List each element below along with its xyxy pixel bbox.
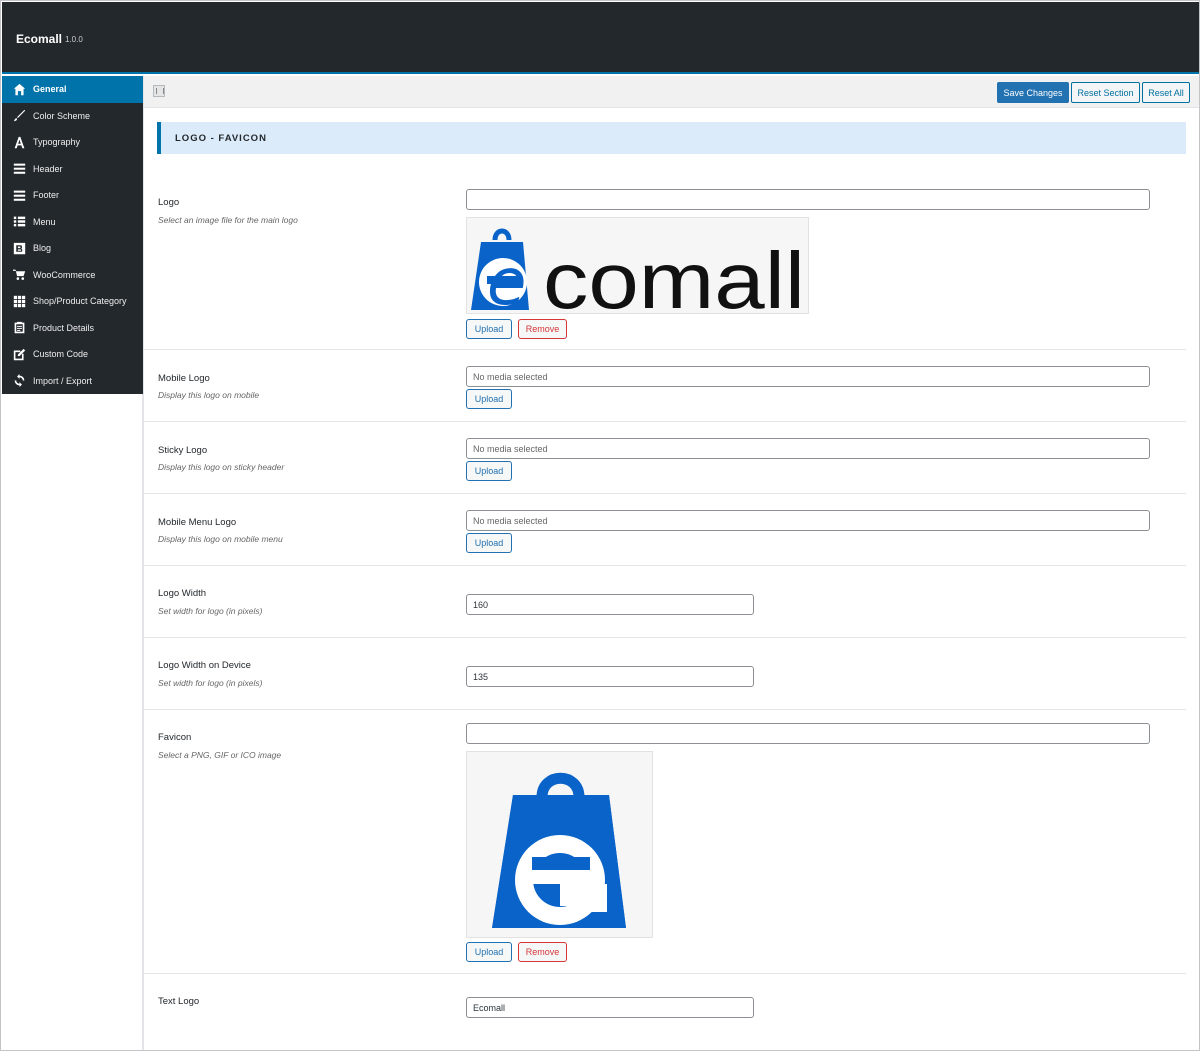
app-version: 1.0.0 [65, 35, 83, 44]
refresh-icon [12, 374, 26, 388]
sidebar-item-label: Header [33, 163, 63, 174]
favicon-url-field[interactable] [466, 723, 1150, 744]
typography-icon [12, 135, 26, 149]
blog-icon [12, 241, 26, 255]
sidebar-item-typography[interactable]: Typography [2, 129, 143, 156]
sidebar-item-blog[interactable]: Blog [2, 235, 143, 262]
sidebar: General Color Scheme Typography Header F… [2, 76, 143, 394]
favicon-remove-button[interactable]: Remove [518, 942, 567, 962]
sidebar-item-header[interactable]: Header [2, 156, 143, 183]
sidebar-item-label: Menu [33, 216, 56, 227]
sidebar-item-label: Color Scheme [33, 110, 91, 121]
logo-width-device-label: Logo Width on Device [158, 660, 251, 671]
mobile-menu-logo-description: Display this logo on mobile menu [158, 534, 283, 544]
brush-icon [12, 109, 26, 123]
edit-icon [12, 347, 26, 361]
menu-lines-icon [12, 162, 26, 176]
logo-wordmark: comall [543, 236, 805, 314]
text-logo-input[interactable]: Ecomall [466, 997, 754, 1018]
favicon-preview-image [466, 751, 653, 938]
cart-icon [12, 268, 26, 282]
sidebar-item-label: Custom Code [33, 349, 89, 360]
logo-preview-image: e comall [466, 217, 809, 314]
section-title: LOGO - FAVICON [157, 122, 1186, 154]
reset-all-button[interactable]: Reset All [1142, 82, 1190, 103]
field-divider [144, 637, 1186, 638]
settings-window: Ecomall 1.0.0 General Color Scheme Typog… [0, 0, 1200, 1051]
mobile-logo-description: Display this logo on mobile [158, 390, 260, 400]
favicon-description: Select a PNG, GIF or ICO image [158, 750, 282, 760]
logo-label: Logo [158, 197, 180, 208]
field-divider [144, 493, 1186, 494]
main-panel: Save Changes Reset Section Reset All LOG… [143, 76, 1199, 1050]
logo-description: Select an image file for the main logo [158, 215, 298, 225]
sidebar-item-menu[interactable]: Menu [2, 209, 143, 236]
field-divider [144, 565, 1186, 566]
field-divider [144, 709, 1186, 710]
mobile-menu-logo-field[interactable]: No media selected [466, 510, 1150, 531]
app-title: Ecomall [16, 32, 63, 46]
logo-letter: e [487, 246, 526, 314]
sidebar-item-label: WooCommerce [33, 269, 96, 280]
grid-icon [12, 294, 26, 308]
sidebar-item-custom-code[interactable]: Custom Code [2, 341, 143, 368]
field-divider [144, 973, 1186, 974]
logo-url-field[interactable] [466, 189, 1150, 210]
sticky-logo-field[interactable]: No media selected [466, 438, 1150, 459]
favicon-bag-icon [492, 772, 626, 928]
sidebar-item-label: Import / Export [33, 375, 93, 386]
sticky-logo-label: Sticky Logo [158, 445, 208, 456]
home-icon [12, 82, 26, 96]
text-logo-label: Text Logo [158, 996, 200, 1007]
mobile-logo-label: Mobile Logo [158, 373, 210, 384]
save-changes-button[interactable]: Save Changes [997, 82, 1069, 103]
field-divider [144, 421, 1186, 422]
reset-section-button[interactable]: Reset Section [1071, 82, 1140, 103]
mobile-logo-field[interactable]: No media selected [466, 366, 1150, 387]
sticky-logo-description: Display this logo on sticky header [158, 462, 285, 472]
sidebar-item-footer[interactable]: Footer [2, 182, 143, 209]
favicon-upload-button[interactable]: Upload [466, 942, 512, 962]
logo-width-input[interactable]: 160 [466, 594, 754, 615]
sidebar-item-label: Product Details [33, 322, 95, 333]
sidebar-item-label: Typography [33, 137, 81, 148]
logo-upload-button[interactable]: Upload [466, 319, 512, 339]
favicon-label: Favicon [158, 732, 192, 743]
logo-width-description: Set width for logo (in pixels) [158, 606, 263, 616]
sidebar-item-label: Shop/Product Category [33, 296, 127, 307]
sidebar-item-product-details[interactable]: Product Details [2, 315, 143, 342]
sidebar-background [2, 394, 143, 1050]
clipboard-icon [12, 321, 26, 335]
sidebar-item-color-scheme[interactable]: Color Scheme [2, 103, 143, 130]
mobile-menu-logo-upload-button[interactable]: Upload [466, 533, 512, 553]
sidebar-item-label: Footer [33, 190, 60, 201]
menu-lines-icon [12, 188, 26, 202]
sidebar-item-label: Blog [33, 243, 52, 254]
sidebar-item-general[interactable]: General [2, 76, 143, 103]
logo-width-device-description: Set width for logo (in pixels) [158, 678, 263, 688]
sidebar-item-shop-product-category[interactable]: Shop/Product Category [2, 288, 143, 315]
logo-width-device-input[interactable]: 135 [466, 666, 754, 687]
logo-width-label: Logo Width [158, 588, 207, 599]
logo-remove-button[interactable]: Remove [518, 319, 567, 339]
sidebar-item-woocommerce[interactable]: WooCommerce [2, 262, 143, 289]
mobile-menu-logo-label: Mobile Menu Logo [158, 517, 237, 528]
field-divider [144, 349, 1186, 350]
ecomall-logo-image: e comall [471, 228, 805, 314]
toolbar: Save Changes Reset Section Reset All [144, 76, 1199, 108]
sidebar-item-import-export[interactable]: Import / Export [2, 368, 143, 395]
expand-options-icon[interactable] [153, 85, 165, 97]
sidebar-item-label: General [33, 84, 67, 95]
app-header: Ecomall 1.0.0 [2, 2, 1199, 74]
list-icon [12, 215, 26, 229]
sticky-logo-upload-button[interactable]: Upload [466, 461, 512, 481]
mobile-logo-upload-button[interactable]: Upload [466, 389, 512, 409]
